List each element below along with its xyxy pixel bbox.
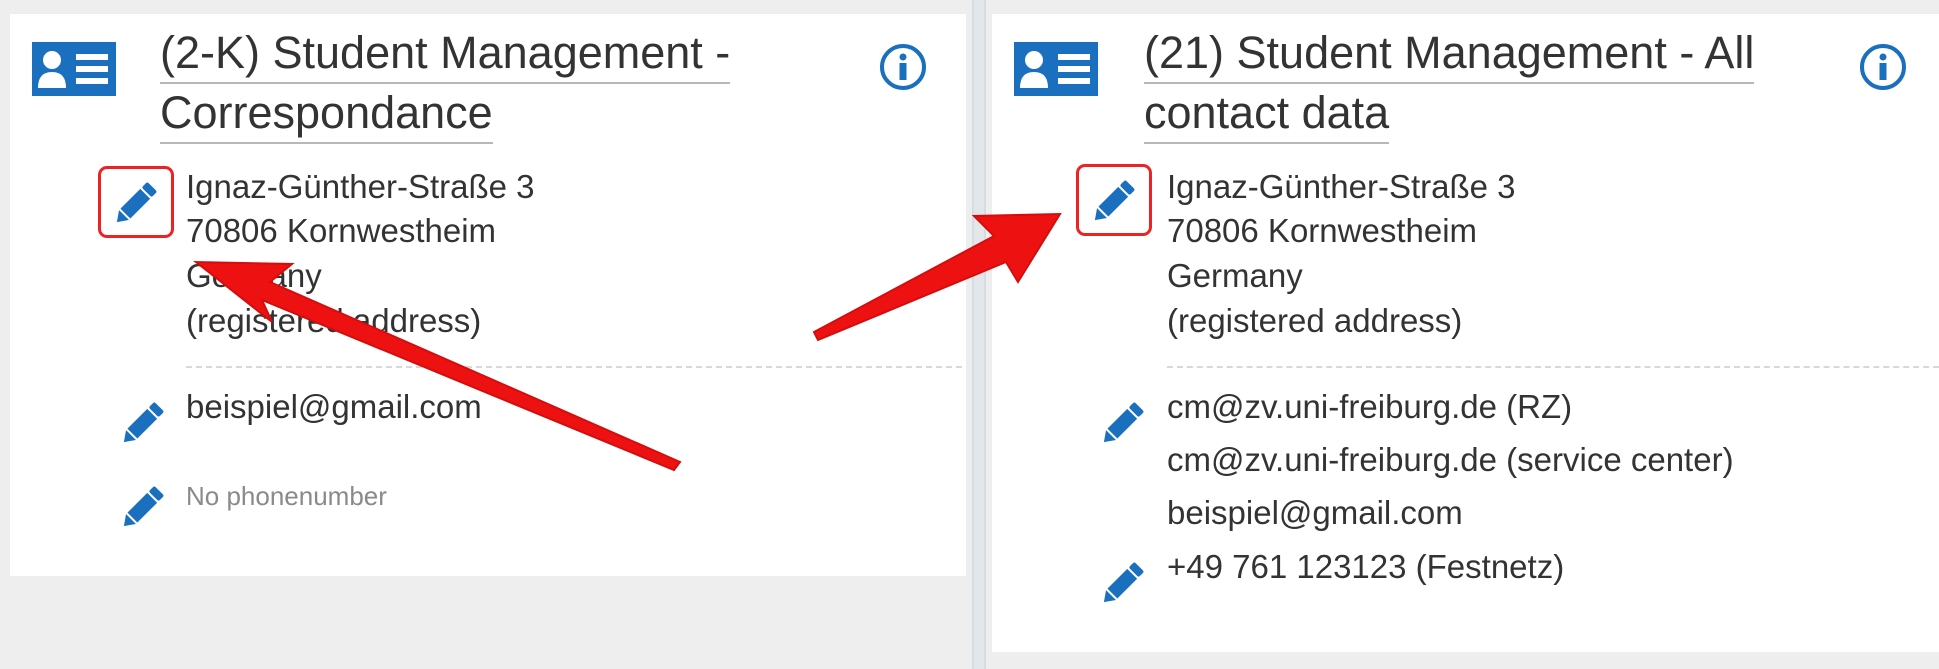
address-line: (registered address) — [1167, 302, 1463, 339]
phone-number: +49 761 123123 (Festnetz) — [1167, 548, 1565, 585]
edit-address-button[interactable] — [98, 166, 174, 238]
email-address: beispiel@gmail.com — [1167, 494, 1463, 531]
card-title-line2[interactable]: Correspondance — [160, 84, 493, 144]
address-line: Germany — [1167, 257, 1303, 294]
column-divider — [972, 0, 986, 669]
address-line: 70806 Kornwestheim — [186, 212, 497, 249]
email-address: beispiel@gmail.com — [186, 388, 482, 425]
edit-email-button[interactable] — [1086, 386, 1144, 443]
pencil-icon — [116, 182, 157, 223]
contact-card-icon — [32, 42, 116, 96]
pencil-icon — [123, 486, 164, 527]
card-title-line2[interactable]: contact data — [1144, 84, 1390, 144]
separator — [1167, 366, 1939, 368]
edit-phone-button[interactable] — [106, 470, 164, 527]
card-title-line1[interactable]: (21) Student Management - All — [1144, 24, 1755, 84]
pencil-icon — [1103, 562, 1144, 603]
info-icon[interactable] — [878, 42, 928, 92]
edit-email-button[interactable] — [106, 386, 164, 443]
email-address: cm@zv.uni-freiburg.de (RZ) — [1167, 388, 1573, 425]
pencil-icon — [1094, 180, 1135, 221]
pencil-icon — [1103, 402, 1144, 443]
edit-address-button[interactable] — [1076, 164, 1152, 236]
address-line: Germany — [186, 257, 322, 294]
address-line: Ignaz-Günther-Straße 3 — [186, 168, 535, 205]
stage: (2-K) Student Management - Correspondanc… — [0, 0, 1939, 669]
info-icon[interactable] — [1858, 42, 1908, 92]
card-title-line1[interactable]: (2-K) Student Management - — [160, 24, 731, 84]
address-line: 70806 Kornwestheim — [1167, 212, 1478, 249]
address-line: Ignaz-Günther-Straße 3 — [1167, 168, 1516, 205]
address-line: (registered address) — [186, 302, 482, 339]
card-all-contact-data: (21) Student Management - All contact da… — [992, 14, 1939, 652]
pencil-icon — [123, 402, 164, 443]
card-title[interactable]: (2-K) Student Management - Correspondanc… — [160, 24, 731, 144]
email-address: cm@zv.uni-freiburg.de (service center) — [1167, 441, 1734, 478]
contact-card-icon — [1014, 42, 1098, 96]
separator — [186, 366, 962, 368]
edit-phone-button[interactable] — [1086, 546, 1144, 603]
phone-number: No phonenumber — [186, 481, 387, 511]
card-title[interactable]: (21) Student Management - All contact da… — [1144, 24, 1755, 144]
card-correspondance: (2-K) Student Management - Correspondanc… — [10, 14, 966, 576]
